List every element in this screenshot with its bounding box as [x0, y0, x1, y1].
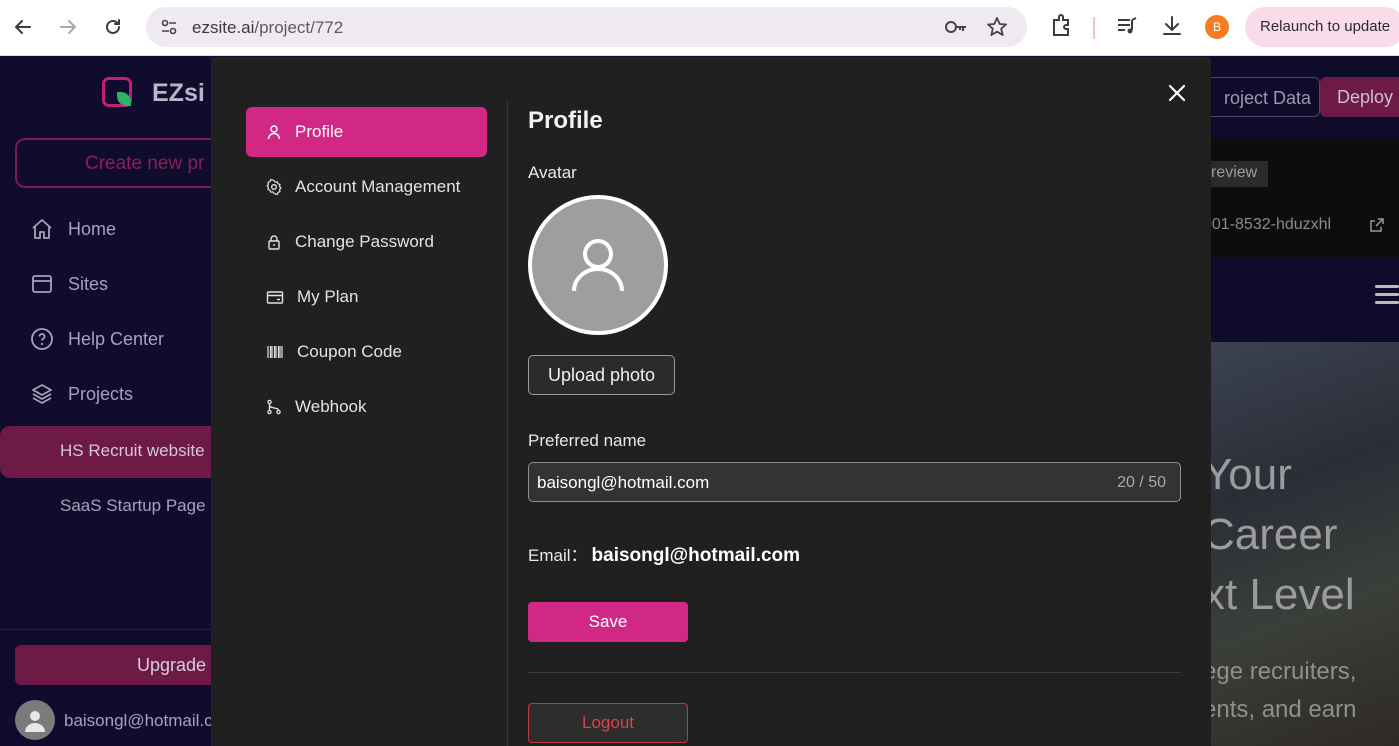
- home-icon: [32, 219, 52, 239]
- email-value: baisongl@hotmail.com: [591, 545, 801, 566]
- sidebar-item-label: Help Center: [68, 328, 165, 349]
- lock-icon: [268, 235, 280, 250]
- upgrade-button[interactable]: Upgrade: [15, 645, 230, 685]
- preview-toolbar: review 001-8532-hduzxhl: [1211, 137, 1399, 257]
- browser-toolbar: ezsite.ai/project/772 B Relaunch to upda…: [0, 0, 1399, 56]
- browser-window-icon: [32, 275, 52, 293]
- sidebar-divider: [0, 629, 215, 630]
- hero-subtext-line: ege recruiters,: [1211, 658, 1357, 685]
- account-settings-modal: Profile Account Management Change Passwo…: [211, 57, 1211, 746]
- arrow-left-icon: [15, 20, 31, 34]
- avatar[interactable]: [528, 195, 668, 335]
- sidebar-item-projects[interactable]: Projects: [30, 382, 133, 406]
- preview-tab[interactable]: review: [1211, 161, 1268, 187]
- hero-heading-line: Career: [1211, 510, 1338, 559]
- user-silhouette-icon: [572, 239, 624, 292]
- modal-divider: [507, 100, 508, 746]
- extensions-puzzle-icon[interactable]: [1050, 13, 1074, 39]
- menu-item-label: Change Password: [295, 232, 434, 251]
- character-count: 20 / 50: [1117, 474, 1166, 491]
- hamburger-menu-icon[interactable]: [1375, 285, 1399, 309]
- layers-icon: [32, 384, 52, 404]
- sidebar-item-help-center[interactable]: Help Center: [30, 327, 164, 351]
- logout-button[interactable]: Logout: [528, 703, 688, 743]
- menu-item-label: Account Management: [295, 177, 461, 196]
- section-divider: [528, 672, 1181, 673]
- menu-item-change-password[interactable]: Change Password: [246, 217, 487, 267]
- credit-card-icon: [266, 291, 284, 304]
- hero-heading-line: xt Level: [1211, 570, 1355, 619]
- save-button[interactable]: Save: [528, 602, 688, 642]
- app-sidebar: EZsi Create new pr Home Sites Help Cente…: [0, 56, 245, 746]
- project-item-saas-startup[interactable]: SaaS Startup Page: [0, 481, 215, 533]
- sidebar-item-home[interactable]: Home: [30, 217, 116, 241]
- back-button[interactable]: [8, 12, 38, 42]
- barcode-icon: [267, 346, 283, 358]
- forward-button[interactable]: [53, 12, 83, 42]
- menu-item-account-management[interactable]: Account Management: [246, 162, 487, 212]
- hero-heading-line: Your: [1211, 450, 1292, 499]
- download-icon[interactable]: [1160, 13, 1184, 39]
- email-label: Email：: [528, 546, 588, 565]
- upload-photo-button[interactable]: Upload photo: [528, 355, 675, 395]
- sidebar-item-sites[interactable]: Sites: [30, 272, 108, 296]
- preferred-name-input[interactable]: [537, 471, 1097, 495]
- reload-icon: [106, 19, 120, 34]
- menu-item-my-plan[interactable]: My Plan: [246, 272, 487, 322]
- email-row: Email： baisongl@hotmail.com: [528, 541, 800, 567]
- sidebar-item-label: Projects: [68, 383, 134, 404]
- menu-item-coupon-code[interactable]: Coupon Code: [246, 327, 487, 377]
- menu-item-webhook[interactable]: Webhook: [246, 382, 487, 432]
- sidebar-item-label: Home: [68, 218, 117, 239]
- preferred-name-label: Preferred name: [528, 431, 647, 450]
- project-data-button[interactable]: roject Data: [1211, 77, 1320, 117]
- external-link-icon[interactable]: [1369, 217, 1385, 233]
- hero-subtext-line: ents, and earn: [1211, 696, 1357, 723]
- page-title: Profile: [528, 107, 603, 134]
- preferred-name-field[interactable]: 20 / 50: [528, 462, 1181, 502]
- menu-item-profile[interactable]: Profile: [246, 107, 487, 157]
- reload-button[interactable]: [98, 12, 128, 42]
- menu-item-label: Coupon Code: [297, 342, 402, 361]
- deploy-button[interactable]: Deploy: [1320, 77, 1399, 117]
- avatar-label: Avatar: [528, 163, 577, 182]
- url-text: ezsite.ai/project/772: [192, 18, 344, 37]
- sidebar-item-label: Sites: [68, 273, 109, 294]
- arrow-right-icon: [60, 20, 76, 34]
- preview-url: 001-8532-hduzxhl: [1211, 216, 1332, 233]
- toolbar-separator: [1093, 17, 1095, 39]
- menu-item-label: Webhook: [295, 397, 367, 416]
- help-circle-icon: [31, 328, 53, 350]
- webhook-icon: [267, 399, 281, 415]
- profile-panel: Profile Avatar Upload photo Preferred na…: [528, 57, 1181, 746]
- media-queue-icon[interactable]: [1115, 13, 1139, 39]
- address-bar[interactable]: ezsite.ai/project/772: [146, 7, 1027, 47]
- bookmark-star-icon[interactable]: [986, 16, 1008, 38]
- app-workspace: roject Data Deploy review 001-8532-hduzx…: [1211, 56, 1399, 746]
- profile-avatar[interactable]: B: [1205, 15, 1229, 39]
- user-avatar[interactable]: [15, 700, 55, 740]
- preview-hero: Your Career xt Level ege recruiters, ent…: [1211, 342, 1399, 746]
- project-item-hs-recruit[interactable]: HS Recruit website: [0, 426, 215, 478]
- menu-item-label: My Plan: [297, 287, 359, 306]
- menu-item-label: Profile: [295, 122, 344, 141]
- logo-text: EZsi: [152, 79, 205, 107]
- user-icon: [267, 125, 281, 140]
- site-settings-icon[interactable]: [160, 18, 178, 36]
- relaunch-button[interactable]: Relaunch to update: [1245, 7, 1399, 47]
- key-icon[interactable]: [944, 17, 968, 37]
- user-silhouette-icon: [25, 711, 45, 732]
- gear-icon: [266, 179, 282, 195]
- user-email: baisongl@hotmail.c: [64, 711, 213, 730]
